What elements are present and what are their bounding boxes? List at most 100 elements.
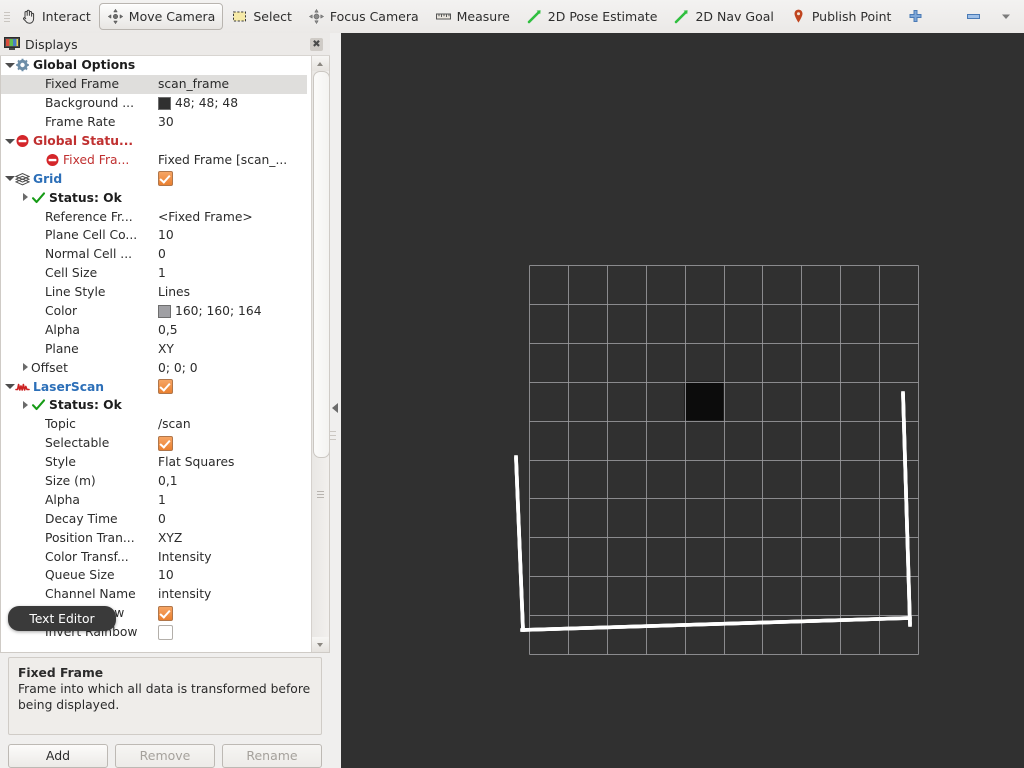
tree-row-value[interactable]: [158, 171, 173, 187]
tree-row-value[interactable]: XY: [158, 342, 174, 356]
tree-row-value[interactable]: Lines: [158, 285, 190, 299]
collapse-panel-arrow-icon[interactable]: [332, 403, 338, 413]
tree-row-value[interactable]: 10: [158, 228, 174, 242]
tree-row-laserscan-channel-name[interactable]: Channel Name intensity: [1, 585, 307, 604]
tree-row-background-color[interactable]: Background ... 48; 48; 48: [1, 94, 307, 113]
tree-row-laserscan-status[interactable]: Status: Ok: [1, 396, 307, 415]
tree-row-grid[interactable]: Grid: [1, 169, 307, 188]
remove-button[interactable]: Remove: [115, 744, 215, 768]
tree-row-value[interactable]: [158, 605, 173, 621]
tree-row-laserscan-queue-size[interactable]: Queue Size 10: [1, 566, 307, 585]
tool-2d-nav-goal[interactable]: 2D Nav Goal: [665, 3, 781, 30]
render-viewport[interactable]: [341, 33, 1024, 768]
rename-button[interactable]: Rename: [222, 744, 322, 768]
tree-row-value[interactable]: Intensity: [158, 550, 212, 564]
tree-row-value[interactable]: 10: [158, 568, 174, 582]
tree-row-laserscan-selectable[interactable]: Selectable: [1, 434, 307, 453]
tool-select[interactable]: Select: [223, 3, 300, 30]
displays-tree-scrollbar[interactable]: [311, 56, 329, 652]
tree-row-value[interactable]: [158, 435, 173, 451]
tree-row-value[interactable]: intensity: [158, 587, 211, 601]
twisty-expanded-icon[interactable]: [4, 136, 15, 147]
tree-row-grid-line-style[interactable]: Line Style Lines: [1, 283, 307, 302]
checkbox-icon[interactable]: [158, 624, 173, 640]
tree-row-value[interactable]: 160; 160; 164: [158, 304, 262, 318]
tree-row-global-status[interactable]: Global Statu...: [1, 132, 307, 151]
tree-row-value[interactable]: 1: [158, 493, 166, 507]
tree-row-laserscan-color-transformer[interactable]: Color Transf... Intensity: [1, 547, 307, 566]
displays-panel: Displays ✖ Global Options Fixed Frame scan…: [0, 33, 330, 768]
tree-row-value-text: Intensity: [158, 549, 212, 564]
tree-row-grid-alpha[interactable]: Alpha 0,5: [1, 320, 307, 339]
checkbox-icon[interactable]: [158, 379, 173, 395]
tree-row-value[interactable]: [158, 379, 173, 395]
tree-row-value[interactable]: 0: [158, 512, 166, 526]
tree-row-grid-plane-cell-count[interactable]: Plane Cell Co... 10: [1, 226, 307, 245]
tool-publish-point[interactable]: Publish Point: [782, 3, 900, 30]
add-button[interactable]: Add: [8, 744, 108, 768]
displays-tree[interactable]: Global Options Fixed Frame scan_frame Backg…: [1, 56, 307, 642]
tree-row-laserscan[interactable]: LaserScan: [1, 377, 307, 396]
tree-row-laserscan-topic[interactable]: Topic/scan: [1, 415, 307, 434]
tree-row-value[interactable]: 1: [158, 266, 166, 280]
tool-2d-pose-estimate[interactable]: 2D Pose Estimate: [518, 3, 666, 30]
tree-row-value[interactable]: scan_frame: [158, 77, 229, 91]
color-swatch[interactable]: [158, 96, 171, 110]
tree-row-global-status-fixed-frame[interactable]: Fixed Fra... Fixed Frame [scan_...: [1, 150, 307, 169]
tree-row-laserscan-decay-time[interactable]: Decay Time 0: [1, 509, 307, 528]
tree-row-value[interactable]: Flat Squares: [158, 455, 234, 469]
toolbar-drag-handle[interactable]: [2, 0, 12, 33]
tree-row-laserscan-style[interactable]: Style Flat Squares: [1, 453, 307, 472]
tree-row-laserscan-alpha[interactable]: Alpha 1: [1, 490, 307, 509]
tree-row-value[interactable]: Fixed Frame [scan_...: [158, 153, 287, 167]
tree-row-value[interactable]: [158, 624, 173, 640]
tree-row-grid-color[interactable]: Color 160; 160; 164: [1, 302, 307, 321]
color-swatch[interactable]: [158, 304, 171, 318]
scroll-down-arrow-icon[interactable]: [312, 637, 329, 652]
tool-move-camera[interactable]: Move Camera: [98, 3, 224, 30]
tree-row-value[interactable]: XYZ: [158, 531, 182, 545]
tree-row-value[interactable]: <Fixed Frame>: [158, 210, 253, 224]
check-icon: [31, 191, 46, 205]
tree-row-value[interactable]: 48; 48; 48: [158, 96, 238, 110]
checkbox-icon[interactable]: [158, 435, 173, 451]
checkbox-icon[interactable]: [158, 605, 173, 621]
tree-row-grid-plane[interactable]: Plane XY: [1, 339, 307, 358]
twisty-placeholder: [34, 230, 45, 241]
toolbar-overflow-button[interactable]: [995, 3, 1017, 30]
splitter-grip[interactable]: [330, 431, 336, 443]
scrollbar-thumb[interactable]: [313, 71, 329, 458]
scroll-up-arrow-icon[interactable]: [312, 56, 329, 71]
tree-row-fixed-frame[interactable]: Fixed Frame scan_frame: [1, 74, 307, 94]
tree-row-laserscan-size[interactable]: Size (m) 0,1: [1, 472, 307, 491]
tool-add[interactable]: [899, 3, 937, 30]
tree-row-value[interactable]: 0: [158, 247, 166, 261]
twisty-collapsed-icon[interactable]: [20, 362, 31, 373]
tree-row-laserscan-position-transformer[interactable]: Position Tran... XYZ: [1, 528, 307, 547]
tree-row-frame-rate[interactable]: Frame Rate 30: [1, 113, 307, 132]
tree-row-global-options[interactable]: Global Options: [1, 56, 307, 75]
tool-measure[interactable]: Measure: [427, 3, 518, 30]
help-title: Fixed Frame: [18, 666, 104, 680]
twisty-expanded-icon[interactable]: [4, 381, 15, 392]
tree-row-grid-status[interactable]: Status: Ok: [1, 188, 307, 207]
tree-row-value[interactable]: /scan: [158, 417, 191, 431]
tree-row-value[interactable]: 0; 0; 0: [158, 361, 198, 375]
twisty-collapsed-icon[interactable]: [20, 192, 31, 203]
panel-splitter[interactable]: [330, 33, 341, 768]
tool-remove[interactable]: [957, 3, 995, 30]
close-icon[interactable]: ✖: [310, 37, 323, 51]
tool-focus-camera[interactable]: Focus Camera: [300, 3, 427, 30]
twisty-expanded-icon[interactable]: [4, 60, 15, 71]
tool-interact[interactable]: Interact: [12, 3, 99, 30]
checkbox-icon[interactable]: [158, 171, 173, 187]
twisty-expanded-icon[interactable]: [4, 173, 15, 184]
tree-row-grid-reference-frame[interactable]: Reference Fr... <Fixed Frame>: [1, 207, 307, 226]
tree-row-grid-normal-cell-count[interactable]: Normal Cell ... 0: [1, 245, 307, 264]
tree-row-grid-offset[interactable]: Offset 0; 0; 0: [1, 358, 307, 377]
twisty-collapsed-icon[interactable]: [20, 400, 31, 411]
tree-row-grid-cell-size[interactable]: Cell Size 1: [1, 264, 307, 283]
tree-row-value[interactable]: 0,1: [158, 474, 178, 488]
tree-row-value[interactable]: 30: [158, 115, 174, 129]
tree-row-value[interactable]: 0,5: [158, 323, 178, 337]
